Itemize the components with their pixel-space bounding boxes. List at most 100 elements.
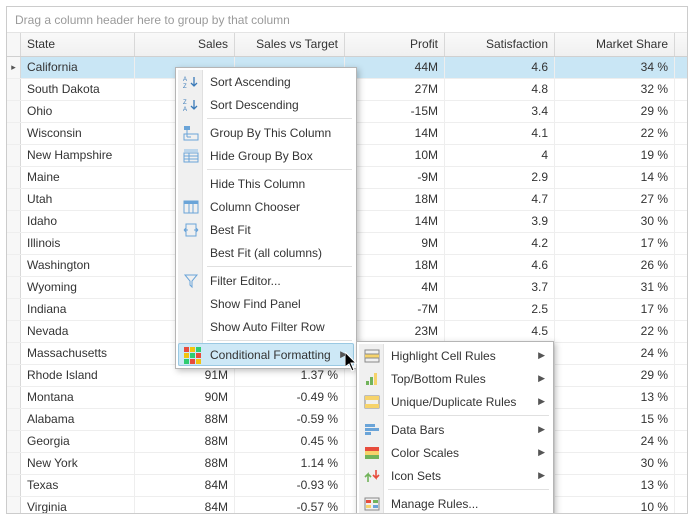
- cell-state[interactable]: Utah: [21, 189, 135, 210]
- table-row[interactable]: Virginia84M-0.57 %510 %: [7, 497, 687, 514]
- cell-mkt[interactable]: 30 %: [555, 211, 675, 232]
- table-row[interactable]: Georgia88M0.45 %224 %: [7, 431, 687, 453]
- cell-mkt[interactable]: 17 %: [555, 299, 675, 320]
- cell-profit[interactable]: 18M: [345, 189, 445, 210]
- column-header-sat[interactable]: Satisfaction: [445, 33, 555, 56]
- menu-item-best_fit[interactable]: Best Fit: [178, 218, 354, 241]
- cell-svt[interactable]: 1.14 %: [235, 453, 345, 474]
- submenu-item-databars[interactable]: Data Bars▶: [359, 418, 551, 441]
- column-header-state[interactable]: State: [21, 33, 135, 56]
- column-header-svt[interactable]: Sales vs Target: [235, 33, 345, 56]
- cell-mkt[interactable]: 27 %: [555, 189, 675, 210]
- cell-mkt[interactable]: 17 %: [555, 233, 675, 254]
- cell-mkt[interactable]: 30 %: [555, 453, 675, 474]
- cell-sat[interactable]: 3.9: [445, 211, 555, 232]
- cell-state[interactable]: Ohio: [21, 101, 135, 122]
- cell-profit[interactable]: 4M: [345, 277, 445, 298]
- cell-mkt[interactable]: 24 %: [555, 343, 675, 364]
- cell-state[interactable]: Wyoming: [21, 277, 135, 298]
- cell-mkt[interactable]: 13 %: [555, 387, 675, 408]
- cell-profit[interactable]: -7M: [345, 299, 445, 320]
- cell-sat[interactable]: 2.9: [445, 167, 555, 188]
- cell-state[interactable]: Georgia: [21, 431, 135, 452]
- cell-sat[interactable]: 3.7: [445, 277, 555, 298]
- cell-mkt[interactable]: 31 %: [555, 277, 675, 298]
- menu-item-filter_editor[interactable]: Filter Editor...: [178, 269, 354, 292]
- cell-sales[interactable]: 88M: [135, 409, 235, 430]
- column-header-profit[interactable]: Profit: [345, 33, 445, 56]
- cell-sat[interactable]: 4.6: [445, 255, 555, 276]
- cell-profit[interactable]: 10M: [345, 145, 445, 166]
- cell-sales[interactable]: 84M: [135, 475, 235, 496]
- cell-state[interactable]: Maine: [21, 167, 135, 188]
- cell-mkt[interactable]: 19 %: [555, 145, 675, 166]
- cell-mkt[interactable]: 15 %: [555, 409, 675, 430]
- cell-state[interactable]: Alabama: [21, 409, 135, 430]
- submenu-item-iconsets[interactable]: Icon Sets▶: [359, 464, 551, 487]
- table-row[interactable]: Texas84M-0.93 %313 %: [7, 475, 687, 497]
- cell-sales[interactable]: 90M: [135, 387, 235, 408]
- cell-state[interactable]: New Hampshire: [21, 145, 135, 166]
- cell-sat[interactable]: 4: [445, 145, 555, 166]
- cell-profit[interactable]: 27M: [345, 79, 445, 100]
- cell-mkt[interactable]: 24 %: [555, 431, 675, 452]
- cell-mkt[interactable]: 34 %: [555, 57, 675, 78]
- group-by-panel[interactable]: Drag a column header here to group by th…: [7, 7, 687, 33]
- cell-state[interactable]: Montana: [21, 387, 135, 408]
- menu-item-sort_asc[interactable]: AZSort Ascending: [178, 70, 354, 93]
- cell-mkt[interactable]: 26 %: [555, 255, 675, 276]
- cell-profit[interactable]: 9M: [345, 233, 445, 254]
- table-row[interactable]: New York88M1.14 %930 %: [7, 453, 687, 475]
- cell-mkt[interactable]: 13 %: [555, 475, 675, 496]
- column-header-sales[interactable]: Sales: [135, 33, 235, 56]
- cell-mkt[interactable]: 22 %: [555, 123, 675, 144]
- cell-sales[interactable]: 88M: [135, 453, 235, 474]
- cell-state[interactable]: California: [21, 57, 135, 78]
- cell-state[interactable]: Illinois: [21, 233, 135, 254]
- cell-mkt[interactable]: 14 %: [555, 167, 675, 188]
- cell-mkt[interactable]: 22 %: [555, 321, 675, 342]
- cell-sales[interactable]: 88M: [135, 431, 235, 452]
- menu-item-hide_group_box[interactable]: Hide Group By Box: [178, 144, 354, 167]
- table-row[interactable]: Alabama88M-0.59 %415 %: [7, 409, 687, 431]
- cell-sat[interactable]: 4.1: [445, 123, 555, 144]
- submenu-item-uniquedupe[interactable]: Unique/Duplicate Rules▶: [359, 390, 551, 413]
- table-row[interactable]: Montana90M-0.49 %613 %: [7, 387, 687, 409]
- cell-state[interactable]: Wisconsin: [21, 123, 135, 144]
- menu-item-best_fit_all[interactable]: Best Fit (all columns): [178, 241, 354, 264]
- cell-sat[interactable]: 2.5: [445, 299, 555, 320]
- cell-sat[interactable]: 3.4: [445, 101, 555, 122]
- cell-mkt[interactable]: 10 %: [555, 497, 675, 514]
- cell-sat[interactable]: 4.5: [445, 321, 555, 342]
- cell-svt[interactable]: -0.59 %: [235, 409, 345, 430]
- menu-item-column_chooser[interactable]: Column Chooser: [178, 195, 354, 218]
- cell-mkt[interactable]: 29 %: [555, 101, 675, 122]
- column-header-mkt[interactable]: Market Share: [555, 33, 675, 56]
- cell-sat[interactable]: 4.7: [445, 189, 555, 210]
- cell-svt[interactable]: -0.49 %: [235, 387, 345, 408]
- cell-profit[interactable]: 14M: [345, 123, 445, 144]
- cell-state[interactable]: Virginia: [21, 497, 135, 514]
- cell-svt[interactable]: -0.93 %: [235, 475, 345, 496]
- menu-item-show_find[interactable]: Show Find Panel: [178, 292, 354, 315]
- menu-item-sort_desc[interactable]: ZASort Descending: [178, 93, 354, 116]
- cell-profit[interactable]: 23M: [345, 321, 445, 342]
- cell-profit[interactable]: -9M: [345, 167, 445, 188]
- menu-item-hide_column[interactable]: Hide This Column: [178, 172, 354, 195]
- menu-item-cond_format[interactable]: Conditional Formatting▶: [178, 343, 354, 366]
- cell-profit[interactable]: 18M: [345, 255, 445, 276]
- cell-mkt[interactable]: 29 %: [555, 365, 675, 386]
- menu-item-group_by[interactable]: Group By This Column: [178, 121, 354, 144]
- cell-profit[interactable]: -15M: [345, 101, 445, 122]
- cell-state[interactable]: Indiana: [21, 299, 135, 320]
- cell-mkt[interactable]: 32 %: [555, 79, 675, 100]
- cell-profit[interactable]: 44M: [345, 57, 445, 78]
- cell-state[interactable]: Idaho: [21, 211, 135, 232]
- cell-profit[interactable]: 14M: [345, 211, 445, 232]
- submenu-item-topbottom[interactable]: Top/Bottom Rules▶: [359, 367, 551, 390]
- cell-sales[interactable]: 84M: [135, 497, 235, 514]
- submenu-item-managerules[interactable]: Manage Rules...: [359, 492, 551, 514]
- cell-state[interactable]: Washington: [21, 255, 135, 276]
- cell-state[interactable]: Massachusetts: [21, 343, 135, 364]
- cell-sat[interactable]: 4.2: [445, 233, 555, 254]
